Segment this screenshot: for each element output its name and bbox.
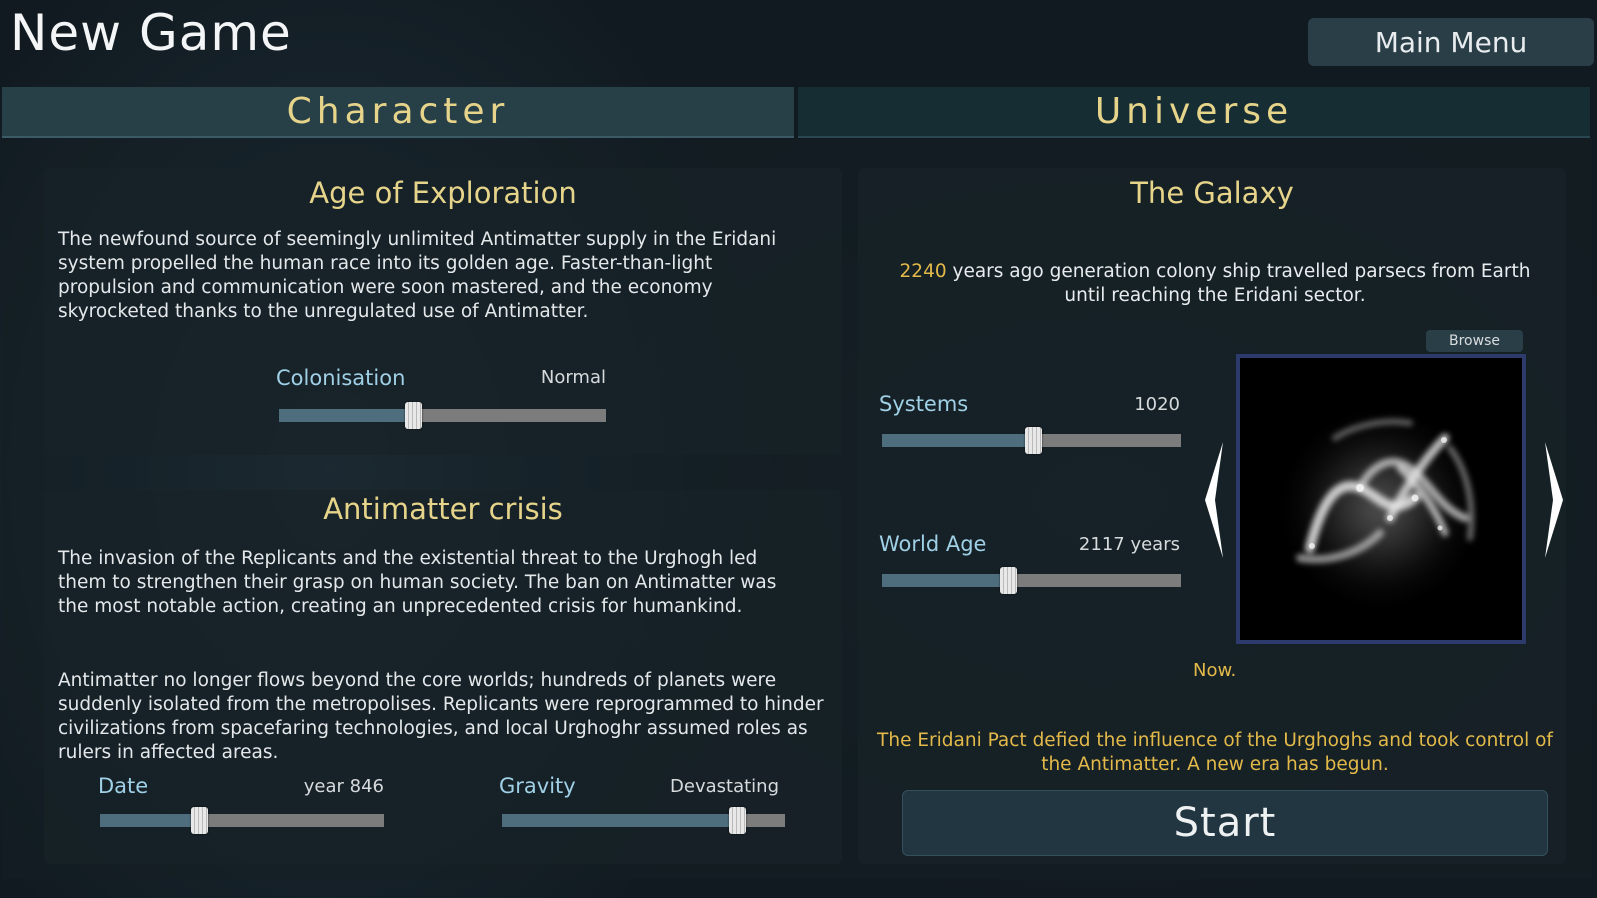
gravity-slider-fill <box>502 814 737 827</box>
browse-button[interactable]: Browse <box>1426 330 1523 352</box>
years-value: 2240 <box>899 261 947 282</box>
previous-galaxy-arrow-icon[interactable] <box>1201 440 1231 560</box>
colonisation-value: Normal <box>540 367 606 388</box>
tab-universe[interactable]: Universe <box>798 87 1590 138</box>
gravity-slider-thumb[interactable] <box>728 807 746 834</box>
outro-text: The Eridani Pact defied the influence of… <box>877 730 1553 775</box>
tab-character[interactable]: Character <box>2 87 794 138</box>
gravity-value: Devastating <box>670 776 779 797</box>
colonisation-slider-thumb[interactable] <box>405 402 423 429</box>
next-galaxy-arrow-icon[interactable] <box>1537 440 1567 560</box>
crisis-panel: Antimatter crisis The invasion of the Re… <box>44 490 842 864</box>
crisis-paragraph-1: The invasion of the Replicants and the e… <box>58 548 777 617</box>
date-value: year 846 <box>303 776 384 797</box>
page-title: New Game <box>10 4 292 62</box>
systems-slider-thumb[interactable] <box>1024 427 1042 454</box>
intro-line-2: until reaching the Eridani sector. <box>1064 285 1366 306</box>
now-label: Now. <box>1193 660 1237 681</box>
systems-slider-fill <box>882 434 1033 447</box>
systems-slider[interactable] <box>882 427 1181 454</box>
exploration-description: The newfound source of seemingly unlimit… <box>58 229 777 322</box>
world-age-slider-fill <box>882 574 1008 587</box>
galaxy-title: The Galaxy <box>1130 176 1294 210</box>
date-slider-fill <box>100 814 200 827</box>
systems-label: Systems <box>879 392 969 416</box>
main-menu-button[interactable]: Main Menu <box>1308 18 1594 66</box>
colonisation-label: Colonisation <box>276 366 406 390</box>
start-button[interactable]: Start <box>902 790 1548 856</box>
date-label: Date <box>98 774 149 798</box>
world-age-value: 2117 years <box>1078 534 1180 555</box>
world-age-slider[interactable] <box>882 567 1181 594</box>
colonisation-slider[interactable] <box>279 402 606 429</box>
colonisation-slider-fill <box>279 409 414 422</box>
world-age-slider-thumb[interactable] <box>999 567 1017 594</box>
gravity-label: Gravity <box>499 774 576 798</box>
systems-value: 1020 <box>1134 394 1180 415</box>
gravity-slider[interactable] <box>502 807 785 834</box>
exploration-title: Age of Exploration <box>309 176 577 210</box>
exploration-panel: Age of Exploration The newfound source o… <box>44 168 842 455</box>
world-age-label: World Age <box>879 532 987 556</box>
galaxy-intro: 2240 years ago generation colony ship tr… <box>870 260 1560 308</box>
galaxy-image <box>1240 358 1522 640</box>
date-slider-thumb[interactable] <box>191 807 209 834</box>
intro-line-1: years ago generation colony ship travell… <box>946 261 1531 282</box>
galaxy-preview <box>1236 354 1526 644</box>
crisis-title: Antimatter crisis <box>323 492 563 526</box>
crisis-paragraph-2: Antimatter no longer flows beyond the co… <box>58 670 824 763</box>
date-slider[interactable] <box>100 807 384 834</box>
